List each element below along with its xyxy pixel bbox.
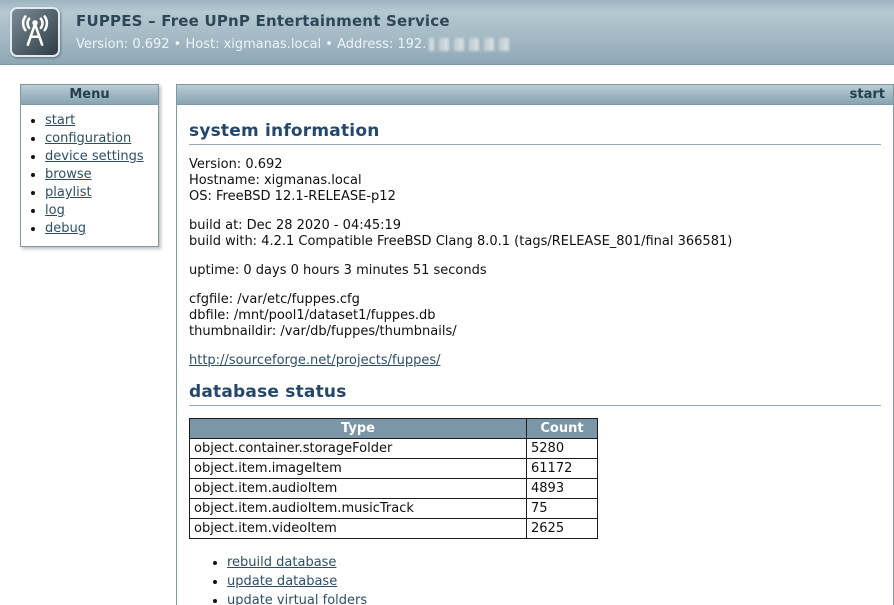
antenna-icon	[21, 15, 49, 46]
table-row: object.container.storageFolder 5280	[189, 438, 598, 459]
menu-list-item: browse	[45, 167, 158, 182]
menu-item-start[interactable]: start	[45, 113, 75, 128]
cell-count: 75	[526, 498, 598, 519]
menu-item-log[interactable]: log	[45, 203, 65, 218]
build-at-line: build at: Dec 28 2020 - 04:45:19	[189, 218, 402, 233]
table-header-type: Type	[189, 418, 527, 439]
update-database-link[interactable]: update database	[227, 574, 337, 589]
menu-item-device-settings[interactable]: device settings	[45, 149, 144, 164]
cell-count: 61172	[526, 458, 598, 479]
page: FUPPES – Free UPnP Entertainment Service…	[0, 0, 894, 605]
update-virtual-folders-link[interactable]: update virtual folders	[227, 593, 367, 605]
table-header-count: Count	[526, 418, 598, 439]
menu-header: Menu	[21, 85, 158, 105]
action-list-item: update database	[227, 574, 881, 589]
current-page-label: start	[849, 87, 885, 102]
menu-panel: Menu start configuration device settings…	[20, 84, 159, 247]
thumbnaildir-line: thumbnaildir: /var/db/fuppes/thumbnails/	[189, 324, 457, 339]
section-divider	[189, 144, 881, 145]
cell-type: object.item.audioItem.musicTrack	[189, 498, 527, 519]
menu-item-debug[interactable]: debug	[45, 221, 86, 236]
menu-item-playlist[interactable]: playlist	[45, 185, 92, 200]
action-list-item: rebuild database	[227, 555, 881, 570]
cell-count: 4893	[526, 478, 598, 499]
cell-count: 5280	[526, 438, 598, 459]
app-meta: Version: 0.692 • Host: xigmanas.local • …	[76, 37, 510, 52]
table-row: object.item.imageItem 61172	[189, 458, 598, 479]
project-link-line: http://sourceforge.net/projects/fuppes/	[189, 353, 881, 368]
menu-list-item: device settings	[45, 149, 158, 164]
cell-count: 2625	[526, 518, 598, 539]
os-line: OS: FreeBSD 12.1-RELEASE-p12	[189, 189, 396, 204]
fuppes-logo	[10, 7, 60, 57]
menu-item-configuration[interactable]: configuration	[45, 131, 131, 146]
cell-type: object.item.imageItem	[189, 458, 527, 479]
build-with-line: build with: 4.2.1 Compatible FreeBSD Cla…	[189, 234, 733, 249]
action-list-item: update virtual folders	[227, 593, 881, 605]
cell-type: object.item.audioItem	[189, 478, 527, 499]
cfgfile-line: cfgfile: /var/etc/fuppes.cfg	[189, 292, 360, 307]
menu-list-item: playlist	[45, 185, 158, 200]
section-divider	[189, 405, 881, 406]
cell-type: object.container.storageFolder	[189, 438, 527, 459]
database-status-table: Type Count object.container.storageFolde…	[189, 418, 598, 539]
menu-list-item: start	[45, 113, 158, 128]
hostname-line: Hostname: xigmanas.local	[189, 173, 362, 188]
redacted-address	[429, 38, 510, 51]
database-status-heading: database status	[189, 382, 347, 402]
database-actions-list: rebuild database update database update …	[203, 555, 881, 605]
table-row: object.item.videoItem 2625	[189, 518, 598, 539]
table-header-row: Type Count	[189, 418, 598, 439]
system-information-heading: system information	[189, 121, 380, 141]
content-header: start	[177, 85, 893, 105]
app-title: FUPPES – Free UPnP Entertainment Service	[76, 12, 450, 30]
sourceforge-link[interactable]: http://sourceforge.net/projects/fuppes/	[189, 353, 440, 368]
app-banner: FUPPES – Free UPnP Entertainment Service…	[0, 0, 894, 65]
table-row: object.item.audioItem.musicTrack 75	[189, 498, 598, 519]
app-meta-text: Version: 0.692 • Host: xigmanas.local • …	[76, 37, 427, 52]
menu-list: start configuration device settings brow…	[21, 113, 158, 236]
version-line: Version: 0.692	[189, 157, 283, 172]
menu-list-item: log	[45, 203, 158, 218]
banner-text: FUPPES – Free UPnP Entertainment Service…	[76, 12, 510, 52]
content-panel: start system information Version: 0.692 …	[176, 84, 894, 605]
menu-item-browse[interactable]: browse	[45, 167, 92, 182]
table-row: object.item.audioItem 4893	[189, 478, 598, 499]
cell-type: object.item.videoItem	[189, 518, 527, 539]
dbfile-line: dbfile: /mnt/pool1/dataset1/fuppes.db	[189, 308, 436, 323]
menu-list-item: debug	[45, 221, 158, 236]
content-body: system information Version: 0.692 Hostna…	[177, 105, 893, 605]
uptime-line: uptime: 0 days 0 hours 3 minutes 51 seco…	[189, 263, 487, 278]
rebuild-database-link[interactable]: rebuild database	[227, 555, 336, 570]
menu-list-item: configuration	[45, 131, 158, 146]
